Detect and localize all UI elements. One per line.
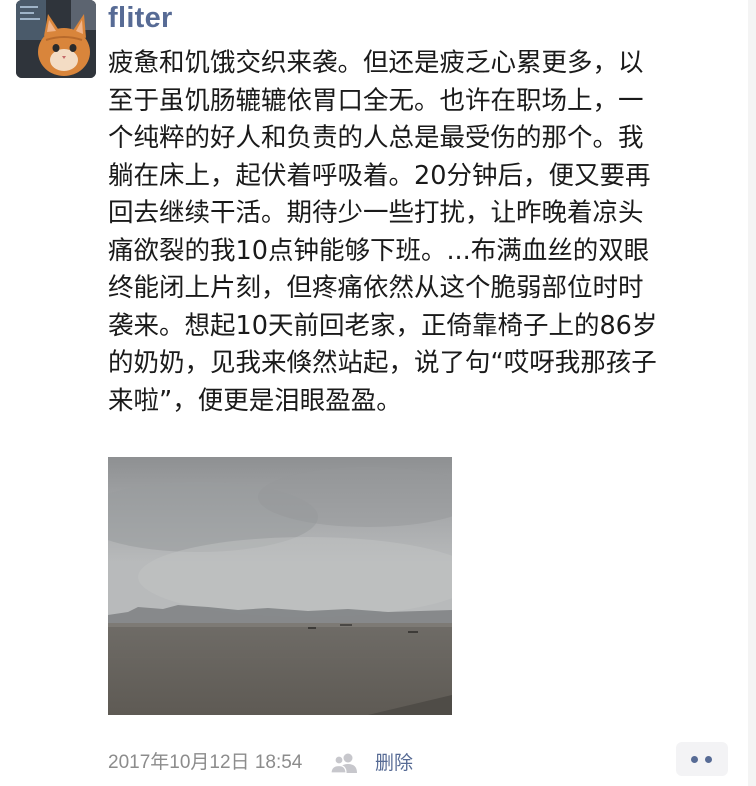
post-photo[interactable] [108, 457, 452, 715]
post-text-line: 的奶奶，见我来倏然站起，说了句“哎呀我那孩子 [108, 348, 657, 378]
post-text-line: 疲惫和饥饿交织来袭。但还是疲乏心累更多，以 [108, 48, 644, 78]
post-timestamp: 2017年10月12日 18:54 [108, 752, 303, 773]
post-text-line: 来啦”，便更是泪眼盈盈。 [108, 385, 402, 416]
post-text-line: 至于虽饥肠辘辘依胃口全无。也许在职场上，一 [108, 85, 644, 116]
avatar[interactable] [16, 0, 96, 78]
more-button[interactable] [676, 742, 728, 776]
post-text-line: 终能闭上片刻，但疼痛依然从这个脆弱部位时时 [108, 273, 644, 303]
post-text-line: 痛欲裂的我10点钟能够下班。...布满血丝的双眼 [108, 235, 650, 266]
post-text-line: 个纯粹的好人和负责的人总是最受伤的那个。我 [108, 123, 644, 153]
delete-button[interactable]: 删除 [375, 750, 413, 776]
cat-avatar-image [16, 0, 96, 78]
more-dots-icon [705, 756, 712, 763]
post-text: 疲惫和饥饿交织来袭。但还是疲乏心累更多，以 至于虽饥肠辘辘依胃口全无。也许在职场… [108, 45, 736, 420]
post-text-line: 回去继续干活。期待少一些打扰，让昨晚着凉头 [108, 198, 644, 228]
post-text-line: 袭来。想起10天前回老家，正倚靠椅子上的86岁 [108, 310, 658, 341]
friends-visibility-icon[interactable] [330, 752, 358, 774]
scroll-edge [748, 0, 756, 786]
username[interactable]: fliter [108, 0, 173, 36]
river-fog-image [108, 457, 452, 715]
post-text-line: 躺在床上，起伏着呼吸着。20分钟后，便又要再 [108, 160, 651, 191]
more-dots-icon [691, 756, 698, 763]
